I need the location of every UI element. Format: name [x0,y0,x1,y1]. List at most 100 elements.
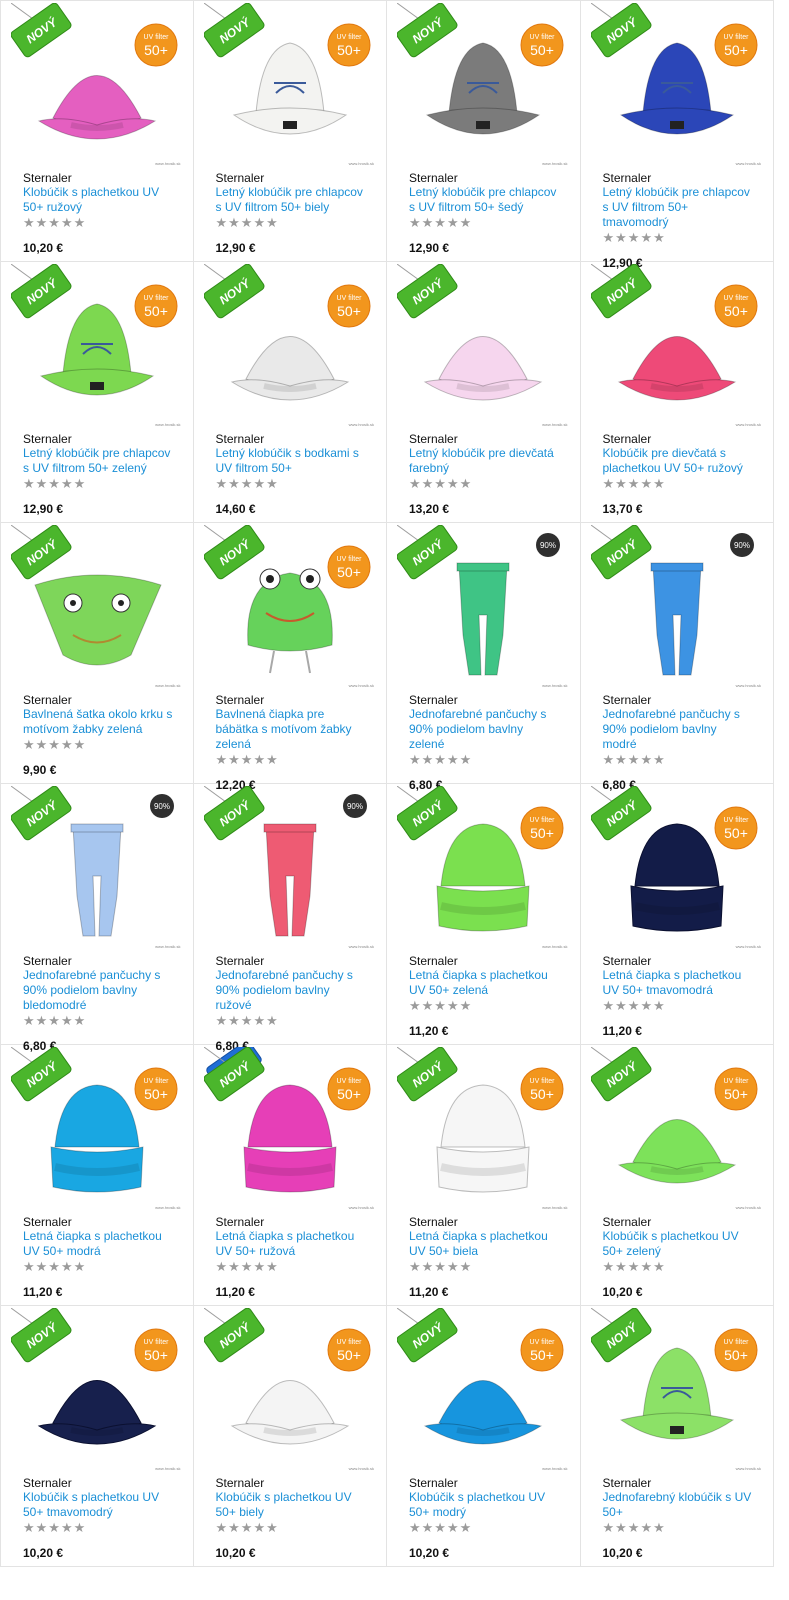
product-card[interactable]: UV filter 50+ NOVÝ www.hrosik.sk Sternale… [387,1,581,262]
product-image[interactable]: UV filter 50+ NOVÝ [590,1047,763,1207]
svg-text:50+: 50+ [724,1347,748,1363]
product-image[interactable]: UV filter 50+ NOVÝ [397,1047,569,1207]
product-title-link[interactable]: Letná čiapka s plachetkou UV 50+ zelená [409,968,559,998]
product-title-link[interactable]: Letná čiapka s plachetkou UV 50+ biela [409,1229,559,1259]
product-image[interactable]: UV filter 50+ NOVÝ [203,264,376,424]
product-card[interactable]: 90% NOVÝ www.hrosik.sk Sternaler Jednofare… [0,784,194,1053]
product-title-link[interactable]: Letný klobúčik pre chlapcov s UV filtrom… [603,185,753,230]
product-image[interactable]: UV filter 50+ NOVÝ [590,3,763,163]
product-card[interactable]: UV filter 50+ NOVÝ www.hrosik.sk Sternale… [580,262,774,523]
product-image[interactable]: UV filter 50+ NOVÝ [203,525,376,685]
product-card[interactable]: UV filter 50+ NOVÝ www.hrosik.sk Sternale… [580,1306,774,1567]
product-card[interactable]: UV filter 50+ NOVÝ www.hrosik.sk Sternale… [580,1045,774,1306]
product-title-link[interactable]: Letná čiapka s plachetkou UV 50+ ružová [216,1229,366,1259]
product-card[interactable]: 90% NOVÝ www.hrosik.sk Sternaler Jednofare… [193,784,387,1053]
rating-stars[interactable]: ★★★★★ [409,1520,472,1536]
product-title-link[interactable]: Letný klobúčik pre chlapcov s UV filtrom… [216,185,366,215]
rating-stars[interactable]: ★★★★★ [23,737,86,753]
product-title-link[interactable]: Letný klobúčik s bodkami s UV filtrom 50… [216,446,366,476]
product-image[interactable]: UV filter 50+ NOVÝ [11,3,183,163]
product-title-link[interactable]: Bavlnená čiapka pre bábätka s motívom ža… [216,707,366,752]
product-title-link[interactable]: Klobúčik pre dievčatá s plachetkou UV 50… [603,446,753,476]
product-title-link[interactable]: Klobúčik s plachetkou UV 50+ tmavomodrý [23,1490,173,1520]
product-title-link[interactable]: Jednofarebné pančuchy s 90% podielom bav… [216,968,366,1013]
product-image[interactable]: NOVÝ [11,525,183,685]
product-card[interactable]: UV filter 50+ NOVÝ www.hrosik.sk Sternale… [580,784,774,1045]
rating-stars[interactable]: ★★★★★ [23,215,86,231]
product-image[interactable]: UV filter 50+ TOP NOVÝ [203,1047,376,1207]
product-image[interactable]: UV filter 50+ NOVÝ [203,1308,376,1468]
svg-text:50+: 50+ [337,42,361,58]
product-photo [436,823,530,932]
product-image[interactable]: UV filter 50+ NOVÝ [397,3,569,163]
product-title-link[interactable]: Letná čiapka s plachetkou UV 50+ modrá [23,1229,173,1259]
product-title-link[interactable]: Letná čiapka s plachetkou UV 50+ tmavomo… [603,968,753,998]
product-title-link[interactable]: Letný klobúčik pre chlapcov s UV filtrom… [23,446,173,476]
product-card[interactable]: UV filter 50+ NOVÝ www.hrosik.sk Sternale… [193,1306,387,1567]
product-image[interactable]: UV filter 50+ NOVÝ [590,264,763,424]
product-title-link[interactable]: Klobúčik s plachetkou UV 50+ zelený [603,1229,753,1259]
rating-stars[interactable]: ★★★★★ [603,1520,666,1536]
product-title-link[interactable]: Letný klobúčik pre dievčatá farebný [409,446,559,476]
product-image[interactable]: 90% NOVÝ [590,525,763,685]
product-title-link[interactable]: Klobúčik s plachetkou UV 50+ biely [216,1490,366,1520]
product-image[interactable]: 90% NOVÝ [11,786,183,946]
product-image[interactable]: UV filter 50+ NOVÝ [397,786,569,946]
product-card[interactable]: 90% NOVÝ www.hrosik.sk Sternaler Jednofare… [580,523,774,792]
product-card[interactable]: UV filter 50+ TOP NOVÝ www.hrosik.sk Ster… [193,1045,387,1306]
product-title-link[interactable]: Letný klobúčik pre chlapcov s UV filtrom… [409,185,559,215]
product-card[interactable]: UV filter 50+ NOVÝ www.hrosik.sk Sternale… [193,1,387,262]
product-card[interactable]: UV filter 50+ NOVÝ www.hrosik.sk Sternale… [0,1306,194,1567]
product-title-link[interactable]: Klobúčik s plachetkou UV 50+ modrý [409,1490,559,1520]
product-image[interactable]: UV filter 50+ NOVÝ [590,786,763,946]
rating-stars[interactable]: ★★★★★ [23,1259,86,1275]
rating-stars[interactable]: ★★★★★ [603,230,666,246]
product-image[interactable]: UV filter 50+ NOVÝ [11,264,183,424]
product-title-link[interactable]: Jednofarebný klobúčik s UV 50+ [603,1490,753,1520]
product-title-link[interactable]: Jednofarebné pančuchy s 90% podielom bav… [23,968,173,1013]
product-card[interactable]: UV filter 50+ NOVÝ www.hrosik.sk Sternale… [0,262,194,523]
product-card[interactable]: UV filter 50+ NOVÝ www.hrosik.sk Sternale… [387,784,581,1045]
product-image[interactable]: UV filter 50+ NOVÝ [397,1308,569,1468]
rating-stars[interactable]: ★★★★★ [216,752,279,768]
rating-stars[interactable]: ★★★★★ [23,476,86,492]
rating-stars[interactable]: ★★★★★ [216,476,279,492]
product-card[interactable]: NOVÝ www.hrosik.sk Sternaler Letný klobúči… [387,262,581,523]
svg-text:UV filter: UV filter [336,1339,362,1346]
product-title-link[interactable]: Jednofarebné pančuchy s 90% podielom bav… [409,707,559,752]
product-image[interactable]: UV filter 50+ NOVÝ [203,3,376,163]
product-image[interactable]: 90% NOVÝ [203,786,376,946]
rating-stars[interactable]: ★★★★★ [216,1013,279,1029]
product-card[interactable]: 90% NOVÝ www.hrosik.sk Sternaler Jednofare… [387,523,581,792]
product-card[interactable]: NOVÝ www.hrosik.sk Sternaler Bavlnená šatk… [0,523,194,784]
product-image[interactable]: UV filter 50+ NOVÝ [11,1308,183,1468]
rating-stars[interactable]: ★★★★★ [409,998,472,1014]
rating-stars[interactable]: ★★★★★ [216,1520,279,1536]
product-title-link[interactable]: Klobúčik s plachetkou UV 50+ ružový [23,185,173,215]
product-image[interactable]: 90% NOVÝ [397,525,569,685]
rating-stars[interactable]: ★★★★★ [603,752,666,768]
product-card[interactable]: UV filter 50+ NOVÝ www.hrosik.sk Sternale… [387,1306,581,1567]
rating-stars[interactable]: ★★★★★ [409,476,472,492]
product-card[interactable]: UV filter 50+ NOVÝ www.hrosik.sk Sternale… [387,1045,581,1306]
rating-stars[interactable]: ★★★★★ [409,1259,472,1275]
product-card[interactable]: UV filter 50+ NOVÝ www.hrosik.sk Sternale… [580,1,774,270]
product-title-link[interactable]: Jednofarebné pančuchy s 90% podielom bav… [603,707,753,752]
rating-stars[interactable]: ★★★★★ [23,1520,86,1536]
product-card[interactable]: UV filter 50+ NOVÝ www.hrosik.sk Sternale… [0,1,194,262]
rating-stars[interactable]: ★★★★★ [409,752,472,768]
product-title-link[interactable]: Bavlnená šatka okolo krku s motívom žabk… [23,707,173,737]
product-image[interactable]: UV filter 50+ NOVÝ [590,1308,763,1468]
rating-stars[interactable]: ★★★★★ [603,1259,666,1275]
product-image[interactable]: UV filter 50+ NOVÝ [11,1047,183,1207]
rating-stars[interactable]: ★★★★★ [216,1259,279,1275]
rating-stars[interactable]: ★★★★★ [603,476,666,492]
product-card[interactable]: UV filter 50+ NOVÝ www.hrosik.sk Sternale… [193,262,387,523]
rating-stars[interactable]: ★★★★★ [603,998,666,1014]
rating-stars[interactable]: ★★★★★ [216,215,279,231]
product-card[interactable]: UV filter 50+ NOVÝ www.hrosik.sk Sternale… [193,523,387,792]
product-image[interactable]: NOVÝ [397,264,569,424]
product-card[interactable]: UV filter 50+ NOVÝ www.hrosik.sk Sternale… [0,1045,194,1306]
rating-stars[interactable]: ★★★★★ [409,215,472,231]
rating-stars[interactable]: ★★★★★ [23,1013,86,1029]
